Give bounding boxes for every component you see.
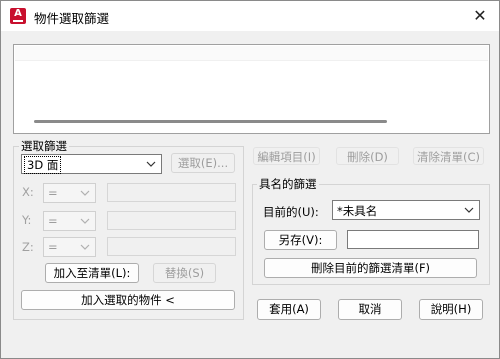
z-label: Z:	[22, 240, 34, 254]
current-filter-dropdown[interactable]: *未具名	[332, 200, 480, 220]
current-filter-value: *未具名	[337, 204, 378, 218]
close-button[interactable]: ✕	[465, 2, 495, 30]
x-operator-value: =	[48, 186, 58, 200]
add-to-list-button[interactable]: 加入至清單(L):	[45, 263, 139, 283]
select-button[interactable]: 選取(E)...	[171, 153, 235, 173]
close-icon: ✕	[473, 6, 487, 25]
autocad-logo-icon: A	[10, 8, 26, 24]
z-operator-dropdown[interactable]: =	[43, 237, 96, 257]
horizontal-scrollbar[interactable]	[34, 120, 387, 123]
y-value-field[interactable]	[107, 211, 236, 230]
filter-list[interactable]	[13, 44, 490, 134]
z-value-field[interactable]	[107, 237, 236, 256]
chevron-down-icon	[464, 207, 474, 213]
chevron-down-icon	[146, 161, 156, 167]
clear-list-button[interactable]: 清除清單(C)	[413, 147, 484, 165]
app-icon-letter: A	[14, 8, 22, 19]
object-type-value: 3D 面	[24, 156, 62, 174]
delete-button[interactable]: 刪除(D)	[336, 147, 399, 165]
y-operator-dropdown[interactable]: =	[43, 211, 96, 231]
chevron-down-icon	[80, 190, 90, 196]
save-as-button[interactable]: 另存(V):	[264, 230, 337, 250]
apply-button[interactable]: 套用(A)	[257, 299, 321, 320]
z-operator-value: =	[48, 240, 58, 254]
x-value-field[interactable]	[107, 183, 236, 202]
named-filters-legend: 具名的篩選	[257, 176, 319, 192]
save-as-name-field[interactable]	[347, 230, 479, 249]
filter-list-header	[15, 46, 488, 61]
edit-item-button[interactable]: 編輯項目(I)	[253, 147, 320, 165]
replace-button[interactable]: 替換(S)	[153, 263, 216, 283]
object-selection-filters-dialog: A 物件選取篩選 ✕ 選取篩選 3D 面 選取(E)... X: = Y: = …	[0, 0, 500, 359]
current-filter-label: 目前的(U):	[263, 205, 319, 219]
object-type-dropdown[interactable]: 3D 面	[21, 154, 162, 174]
x-label: X:	[22, 185, 34, 199]
cancel-button[interactable]: 取消	[338, 299, 402, 320]
y-operator-value: =	[48, 214, 58, 228]
y-label: Y:	[22, 213, 32, 227]
delete-current-filter-list-button[interactable]: 刪除目前的篩選清單(F)	[264, 258, 477, 278]
selection-filter-legend: 選取篩選	[19, 138, 69, 154]
chevron-down-icon	[80, 244, 90, 250]
window-title: 物件選取篩選	[34, 11, 110, 26]
chevron-down-icon	[80, 218, 90, 224]
x-operator-dropdown[interactable]: =	[43, 183, 96, 203]
add-selected-object-button[interactable]: 加入選取的物件 <	[21, 290, 235, 310]
help-button[interactable]: 說明(H)	[419, 299, 483, 320]
title-bar: A 物件選取篩選 ✕	[1, 1, 499, 31]
